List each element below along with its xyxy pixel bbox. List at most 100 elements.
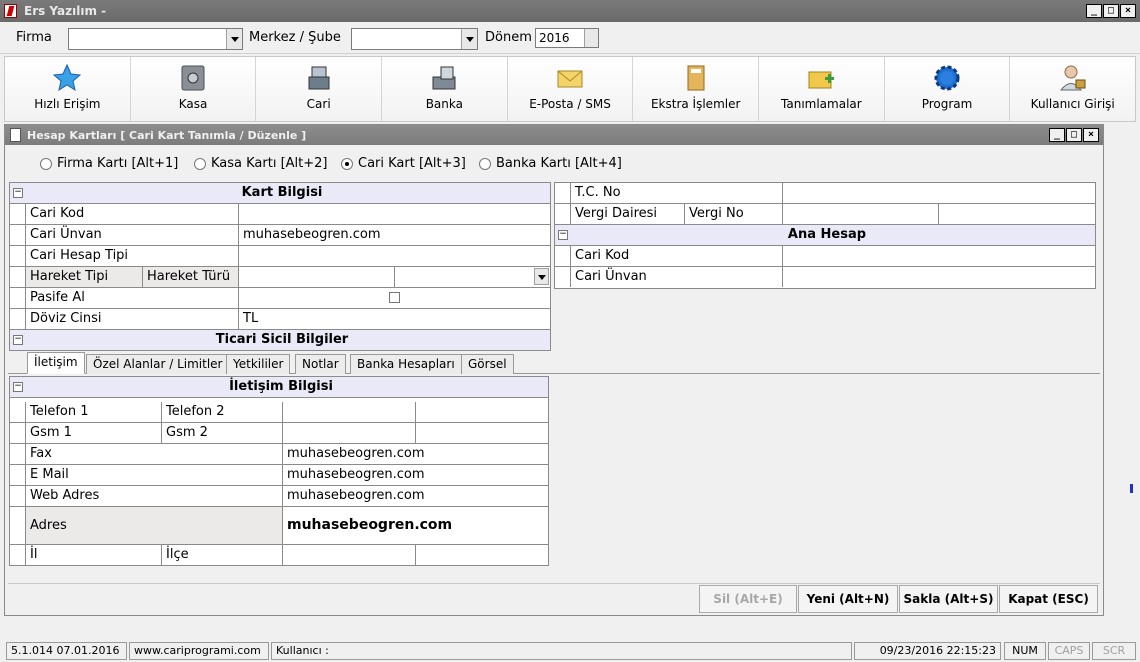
ana-cari-unvan-input[interactable]	[783, 267, 1095, 287]
tab-yetkililer[interactable]: Yetkililer	[226, 354, 291, 374]
row-gutter	[10, 309, 26, 329]
adres-input[interactable]: muhasebeogren.com	[283, 507, 548, 544]
radio-kasa-karti[interactable]: Kasa Kartı [Alt+2]	[194, 156, 328, 171]
tab-iletisim[interactable]: İletişim	[27, 352, 85, 374]
firma-select[interactable]	[68, 28, 243, 50]
cari-unvan-label: Cari Ünvan	[26, 225, 239, 245]
toolbar-eposta[interactable]: E-Posta / SMS	[507, 57, 634, 121]
ilce-label: İlçe	[162, 545, 283, 565]
kapat-button[interactable]: Kapat (ESC)	[999, 585, 1098, 613]
row-gutter	[10, 465, 26, 485]
collapse-icon[interactable]: −	[13, 188, 23, 198]
il-input[interactable]	[283, 545, 416, 565]
il-label: İl	[26, 545, 162, 565]
fax-input[interactable]: muhasebeogren.com	[283, 444, 548, 464]
toolbar-program[interactable]: Program	[884, 57, 1011, 121]
cari-kod-input[interactable]	[239, 204, 550, 224]
radio-circle-icon	[40, 157, 52, 170]
row-gutter	[10, 288, 26, 308]
cari-unvan-input[interactable]: muhasebeogren.com	[239, 225, 550, 245]
radio-circle-icon	[194, 157, 206, 170]
restore-button[interactable]: □	[1103, 4, 1119, 18]
toolbar-kullanici[interactable]: Kullanıcı Girişi	[1010, 57, 1136, 121]
toolbar-ekstra[interactable]: Ekstra İşlemler	[633, 57, 760, 121]
hareket-turu-label: Hareket Türü	[143, 267, 239, 287]
merkez-label: Merkez / Şube	[249, 30, 341, 45]
tab-banka-hesaplari[interactable]: Banka Hesapları	[350, 354, 462, 374]
fax-row: Fax muhasebeogren.com	[10, 444, 548, 465]
tc-label: T.C. No	[571, 183, 783, 203]
tab-notlar[interactable]: Notlar	[295, 354, 346, 374]
binder-icon	[687, 65, 705, 91]
close-button[interactable]: ×	[1083, 128, 1099, 142]
pasife-checkbox[interactable]	[389, 292, 400, 303]
collapse-icon[interactable]: −	[558, 230, 568, 240]
hareket-tipi-input[interactable]	[239, 267, 395, 287]
hesap-tipi-input[interactable]	[239, 246, 550, 266]
cari-kod-label: Cari Kod	[26, 204, 239, 224]
chevron-down-icon[interactable]	[461, 29, 477, 49]
cari-unvan-row: Cari Ünvan muhasebeogren.com	[10, 225, 550, 246]
gsm1-input[interactable]	[283, 423, 416, 443]
vergi-dairesi-label: Vergi Dairesi	[571, 204, 685, 224]
sil-button[interactable]: Sil (Alt+E)	[699, 585, 797, 613]
collapse-icon[interactable]: −	[13, 382, 23, 392]
tc-input[interactable]	[783, 183, 1095, 203]
tab-gorsel[interactable]: Görsel	[461, 354, 514, 374]
gsm2-input[interactable]	[416, 423, 548, 443]
spin-up-icon[interactable]	[584, 29, 598, 38]
toolbar-label: Banka	[425, 97, 463, 111]
vergi-no-label: Vergi No	[685, 204, 783, 224]
email-input[interactable]: muhasebeogren.com	[283, 465, 548, 485]
chevron-down-icon[interactable]	[226, 29, 242, 49]
radio-firma-karti[interactable]: Firma Kartı [Alt+1]	[40, 156, 178, 171]
filter-bar: Firma Merkez / Şube Dönem 2016	[0, 22, 1140, 54]
gear-icon	[934, 65, 960, 91]
folder-add-icon	[808, 71, 835, 89]
web-input[interactable]: muhasebeogren.com	[283, 486, 548, 506]
yeni-button[interactable]: Yeni (Alt+N)	[798, 585, 898, 613]
row-gutter	[10, 545, 26, 565]
vergi-dairesi-input[interactable]	[783, 204, 939, 224]
ticari-header-row: Ticari Sicil Bilgiler −	[10, 330, 550, 351]
adres-label: Adres	[26, 507, 283, 544]
ana-cari-kod-input[interactable]	[783, 246, 1095, 266]
status-user: Kullanıcı :	[271, 642, 852, 660]
tab-ozel-alanlar[interactable]: Özel Alanlar / Limitler	[86, 354, 230, 374]
ilce-input[interactable]	[416, 545, 548, 565]
restore-button[interactable]: □	[1066, 128, 1082, 142]
row-gutter	[10, 246, 26, 266]
donem-spinner[interactable]: 2016	[535, 28, 599, 48]
status-datetime: 09/23/2016 22:15:23	[854, 642, 1001, 660]
toolbar-cari[interactable]: Cari	[256, 57, 383, 121]
minimize-button[interactable]: _	[1049, 128, 1065, 142]
toolbar-tanimlamalar[interactable]: Tanımlamalar	[759, 57, 885, 121]
telefon2-label: Telefon 2	[162, 402, 283, 422]
spin-down-icon[interactable]	[584, 38, 598, 47]
kart-bilgisi-header: Kart Bilgisi	[10, 183, 550, 203]
collapse-icon[interactable]: −	[13, 335, 23, 345]
hareket-turu-select[interactable]	[395, 267, 550, 287]
user-lock-icon	[1059, 65, 1086, 91]
close-button[interactable]: ×	[1120, 4, 1136, 18]
telefon1-input[interactable]	[283, 402, 416, 422]
sakla-button[interactable]: Sakla (Alt+S)	[899, 585, 998, 613]
toolbar-hizli-erisim[interactable]: Hızlı Erişim	[5, 57, 131, 121]
toolbar-banka[interactable]: Banka	[382, 57, 508, 121]
minimize-button[interactable]: _	[1086, 4, 1102, 18]
button-bar-divider	[8, 583, 1100, 584]
doviz-input[interactable]: TL	[239, 309, 550, 329]
kart-bilgisi-grid: Kart Bilgisi − Cari Kod Cari Ünvan muhas…	[9, 182, 551, 351]
merkez-select[interactable]	[351, 28, 478, 50]
radio-cari-kart[interactable]: Cari Kart [Alt+3]	[341, 156, 466, 171]
telefon2-input[interactable]	[416, 402, 548, 422]
app-title: Ers Yazılım -	[24, 4, 107, 18]
radio-banka-karti[interactable]: Banka Kartı [Alt+4]	[479, 156, 622, 171]
chevron-down-icon[interactable]	[534, 268, 549, 285]
row-gutter	[10, 507, 26, 544]
toolbar-kasa[interactable]: Kasa	[130, 57, 257, 121]
donem-value: 2016	[539, 31, 570, 45]
row-gutter	[10, 486, 26, 506]
vergi-no-input[interactable]	[939, 204, 1095, 224]
app-logo-icon	[4, 4, 17, 18]
